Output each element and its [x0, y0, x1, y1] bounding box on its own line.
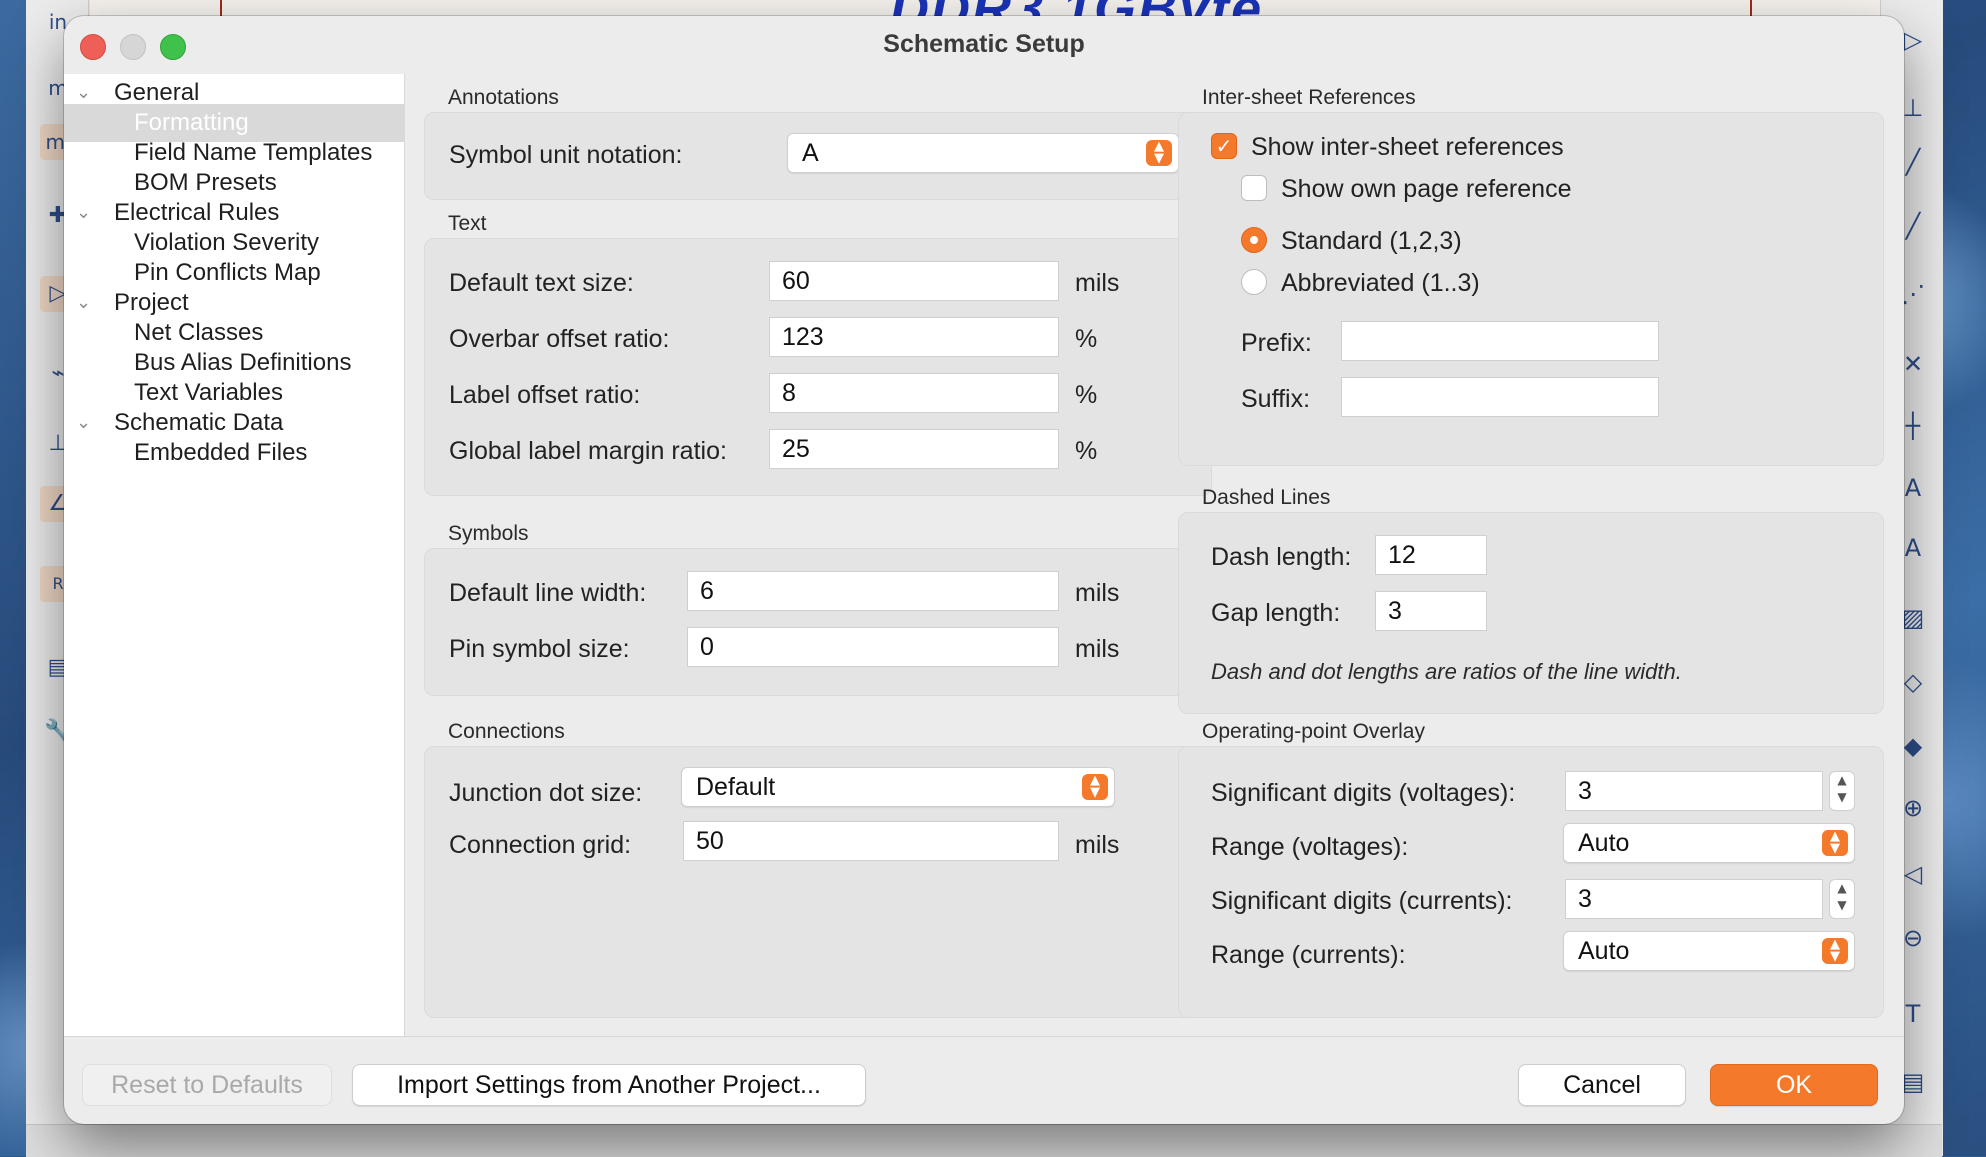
intersheet-group-title: Inter-sheet References — [1202, 86, 1416, 109]
sig-digits-currents-label: Significant digits (currents): — [1211, 887, 1513, 915]
global-label-margin-label: Global label margin ratio: — [449, 437, 727, 465]
global-label-margin-input[interactable]: 25 — [769, 429, 1059, 469]
overbar-offset-unit: % — [1075, 325, 1098, 353]
default-line-width-unit: mils — [1075, 579, 1120, 607]
gap-length-input[interactable]: 3 — [1375, 591, 1487, 631]
connections-group-title: Connections — [448, 720, 565, 743]
dialog-titlebar[interactable]: Schematic Setup — [64, 16, 1904, 74]
connection-grid-input[interactable]: 50 — [683, 821, 1059, 861]
ok-button[interactable]: OK — [1710, 1064, 1878, 1106]
import-settings-button[interactable]: Import Settings from Another Project... — [352, 1064, 866, 1106]
sig-digits-currents-input[interactable]: 3 — [1565, 879, 1823, 919]
select-arrows-icon: ▲ ▼ — [1822, 830, 1848, 856]
pin-symbol-size-unit: mils — [1075, 635, 1120, 663]
annotations-group-title: Annotations — [448, 86, 559, 109]
symbols-panel: Default line width: 6 mils Pin symbol si… — [424, 548, 1212, 696]
symbol-unit-select[interactable]: A ▲ ▼ — [787, 133, 1179, 173]
sig-digits-voltages-label: Significant digits (voltages): — [1211, 779, 1516, 807]
default-text-size-input[interactable]: 60 — [769, 261, 1059, 301]
range-voltages-select[interactable]: Auto ▲ ▼ — [1563, 823, 1855, 863]
standard-format-label: Standard (1,2,3) — [1281, 227, 1462, 255]
default-text-size-unit: mils — [1075, 269, 1120, 297]
dashed-lines-note: Dash and dot lengths are ratios of the l… — [1211, 659, 1682, 684]
status-bar — [26, 1124, 1942, 1157]
symbols-group-title: Symbols — [448, 522, 529, 545]
show-own-page-ref-checkbox[interactable] — [1241, 175, 1267, 201]
abbreviated-format-radio[interactable] — [1241, 269, 1267, 295]
schematic-setup-dialog: Schematic Setup ⌄ General Formatting Fie… — [64, 16, 1904, 1124]
dashed-lines-group-title: Dashed Lines — [1202, 486, 1331, 509]
prefix-label: Prefix: — [1241, 329, 1312, 357]
footer-divider — [64, 1036, 1904, 1037]
connections-panel: Junction dot size: Default ▲ ▼ Connection… — [424, 746, 1212, 1018]
select-arrows-icon: ▲ ▼ — [1822, 938, 1848, 964]
range-currents-label: Range (currents): — [1211, 941, 1406, 969]
junction-dot-size-select[interactable]: Default ▲ ▼ — [681, 767, 1115, 807]
default-line-width-input[interactable]: 6 — [687, 571, 1059, 611]
abbreviated-format-label: Abbreviated (1..3) — [1281, 269, 1480, 297]
label-offset-input[interactable]: 8 — [769, 373, 1059, 413]
range-voltages-label: Range (voltages): — [1211, 833, 1409, 861]
tree-item-embedded-files[interactable]: Embedded Files — [64, 434, 404, 472]
global-label-margin-unit: % — [1075, 437, 1098, 465]
sig-digits-currents-stepper[interactable]: ▲ ▼ — [1829, 879, 1855, 919]
range-currents-select[interactable]: Auto ▲ ▼ — [1563, 931, 1855, 971]
pin-symbol-size-input[interactable]: 0 — [687, 627, 1059, 667]
label-offset-unit: % — [1075, 381, 1098, 409]
select-arrows-icon: ▲ ▼ — [1146, 140, 1172, 166]
annotations-panel: Symbol unit notation: A ▲ ▼ — [424, 112, 1212, 200]
suffix-input[interactable] — [1341, 377, 1659, 417]
text-panel: Default text size: 60 mils Overbar offse… — [424, 238, 1212, 496]
dashed-lines-panel: Dash length: 12 Gap length: 3 Dash and d… — [1178, 512, 1884, 714]
overbar-offset-input[interactable]: 123 — [769, 317, 1059, 357]
overbar-offset-label: Overbar offset ratio: — [449, 325, 670, 353]
overlay-group-title: Operating-point Overlay — [1202, 720, 1425, 743]
sig-digits-voltages-stepper[interactable]: ▲ ▼ — [1829, 771, 1855, 811]
show-own-page-ref-label: Show own page reference — [1281, 175, 1572, 203]
show-intersheet-refs-label: Show inter-sheet references — [1251, 133, 1564, 161]
symbol-unit-label: Symbol unit notation: — [449, 141, 683, 169]
settings-tree: ⌄ General Formatting Field Name Template… — [64, 74, 405, 1036]
standard-format-radio[interactable] — [1241, 227, 1267, 253]
default-text-size-label: Default text size: — [449, 269, 634, 297]
pin-symbol-size-label: Pin symbol size: — [449, 635, 630, 663]
prefix-input[interactable] — [1341, 321, 1659, 361]
suffix-label: Suffix: — [1241, 385, 1311, 413]
show-intersheet-refs-checkbox[interactable]: ✓ — [1211, 133, 1237, 159]
intersheet-panel: ✓ Show inter-sheet references Show own p… — [1178, 112, 1884, 466]
dash-length-input[interactable]: 12 — [1375, 535, 1487, 575]
overlay-panel: Significant digits (voltages): 3 ▲ ▼ Rang… — [1178, 746, 1884, 1018]
dash-length-label: Dash length: — [1211, 543, 1352, 571]
dialog-title: Schematic Setup — [883, 30, 1085, 58]
text-group-title: Text — [448, 212, 487, 235]
gap-length-label: Gap length: — [1211, 599, 1341, 627]
sig-digits-voltages-input[interactable]: 3 — [1565, 771, 1823, 811]
connection-grid-unit: mils — [1075, 831, 1120, 859]
default-line-width-label: Default line width: — [449, 579, 647, 607]
reset-to-defaults-button[interactable]: Reset to Defaults — [82, 1064, 332, 1106]
junction-dot-size-label: Junction dot size: — [449, 779, 643, 807]
connection-grid-label: Connection grid: — [449, 831, 632, 859]
select-arrows-icon: ▲ ▼ — [1082, 774, 1108, 800]
cancel-button[interactable]: Cancel — [1518, 1064, 1686, 1106]
label-offset-label: Label offset ratio: — [449, 381, 641, 409]
